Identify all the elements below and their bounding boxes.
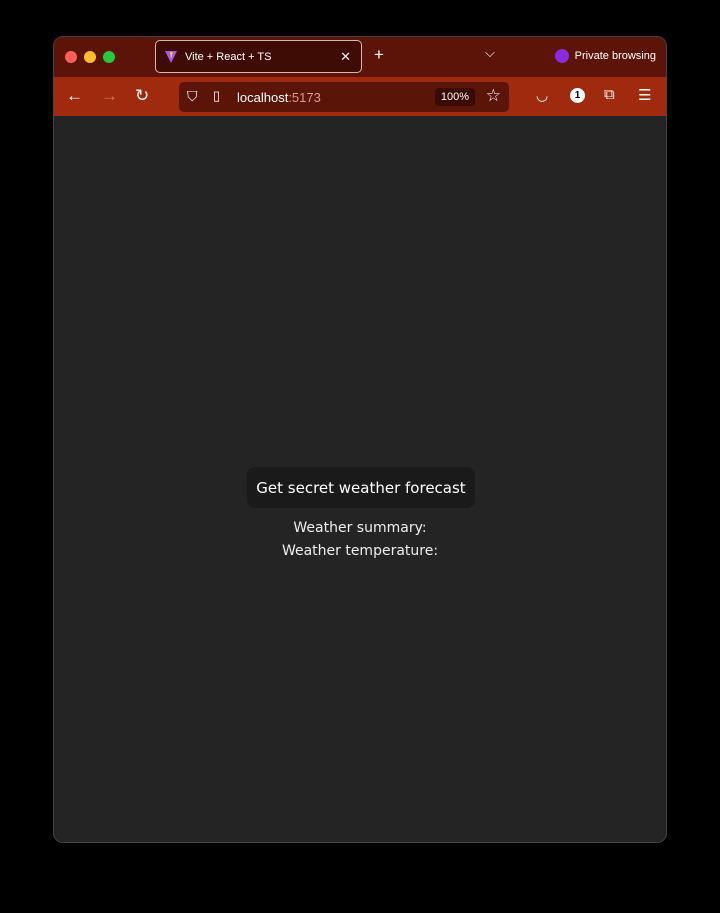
extensions-icon[interactable]: ⧉ (604, 86, 615, 103)
url-port: :5173 (288, 90, 321, 105)
url-text[interactable]: localhost:5173 (237, 90, 321, 105)
tab-vite-react[interactable]: Vite + React + TS ✕ (155, 40, 362, 73)
nav-toolbar: ← → ↻ ⛉ ▯ localhost:5173 100% ☆ ◡ 1 ⧉ ☰ (54, 77, 666, 116)
shield-icon[interactable]: ⛉ (187, 88, 198, 105)
maximize-window-button[interactable] (103, 51, 115, 63)
notification-badge[interactable]: 1 (570, 88, 585, 103)
bookmark-star-icon[interactable]: ☆ (486, 86, 501, 106)
page-icon: ▯ (213, 88, 221, 103)
new-tab-icon[interactable]: + (374, 45, 384, 65)
title-bar: Vite + React + TS ✕ + ⌵ Private browsing (54, 37, 666, 77)
url-bar[interactable]: ⛉ ▯ localhost:5173 100% ☆ (179, 82, 509, 112)
forward-icon[interactable]: → (101, 86, 118, 106)
weather-temperature-label: Weather temperature: (281, 543, 439, 559)
private-mask-icon (554, 49, 569, 63)
private-browsing-indicator: Private browsing (554, 49, 656, 63)
zoom-level-button[interactable]: 100% (434, 88, 475, 106)
back-icon[interactable]: ← (66, 86, 83, 106)
reload-icon[interactable]: ↻ (135, 86, 149, 106)
get-weather-forecast-button[interactable]: Get secret weather forecast (247, 467, 475, 508)
close-window-button[interactable] (65, 51, 77, 63)
vite-logo-icon (165, 50, 177, 63)
url-host: localhost (237, 90, 289, 105)
menu-icon[interactable]: ☰ (638, 86, 651, 104)
minimize-window-button[interactable] (84, 51, 96, 63)
private-browsing-label: Private browsing (574, 50, 656, 62)
pocket-icon[interactable]: ◡ (536, 87, 548, 104)
weather-summary-label: Weather summary: (293, 520, 427, 536)
chevron-down-icon[interactable]: ⌵ (485, 45, 495, 61)
page-content: Get secret weather forecast Weather summ… (54, 116, 666, 842)
close-tab-icon[interactable]: ✕ (340, 49, 351, 65)
browser-window: Vite + React + TS ✕ + ⌵ Private browsing… (53, 36, 667, 843)
tab-title: Vite + React + TS (185, 50, 272, 63)
